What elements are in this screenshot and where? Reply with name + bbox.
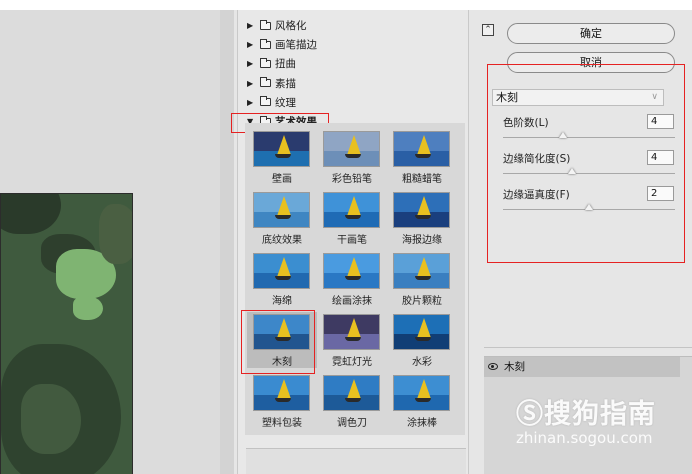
param-value-input[interactable]: 2 xyxy=(647,186,674,201)
filter-thumbnail-pencil[interactable]: 彩色铅笔 xyxy=(317,129,387,185)
filter-preview-image xyxy=(253,253,310,289)
collapse-icon[interactable]: ⌃ xyxy=(482,24,494,36)
category-label: 风格化 xyxy=(275,20,307,32)
filter-thumbnail-sponge[interactable]: 海绵 xyxy=(247,251,317,307)
filter-thumbnail-knife[interactable]: 调色刀 xyxy=(317,373,387,429)
filter-preview-image xyxy=(393,375,450,411)
filter-label: 粗糙蜡笔 xyxy=(402,174,442,185)
filter-label: 塑料包装 xyxy=(262,418,302,429)
filter-label: 霓虹灯光 xyxy=(332,357,372,368)
filter-label: 干画笔 xyxy=(337,235,367,246)
category-3[interactable]: ▶ 素描 xyxy=(247,75,296,92)
folder-icon xyxy=(260,19,271,30)
filter-preview-image xyxy=(253,131,310,167)
param-value-input[interactable]: 4 xyxy=(647,150,674,165)
filter-preview-image xyxy=(253,375,310,411)
filter-label: 壁画 xyxy=(272,174,292,185)
category-label: 画笔描边 xyxy=(275,39,317,52)
filter-preview-image xyxy=(393,131,450,167)
param-slider-track[interactable] xyxy=(503,173,675,174)
triangle-right-icon: ▶ xyxy=(247,21,254,30)
param-slider-thumb[interactable] xyxy=(559,132,568,138)
param-label: 边缘简化度(S) xyxy=(503,153,571,165)
gallery-footer xyxy=(246,448,466,474)
filter-label: 海报边缘 xyxy=(402,235,442,246)
filter-thumbnail-crayon[interactable]: 粗糙蜡笔 xyxy=(387,129,457,185)
param-value-input[interactable]: 4 xyxy=(647,114,674,129)
filter-label: 海绵 xyxy=(272,296,292,307)
filter-thumbnail-poster[interactable]: 海报边缘 xyxy=(387,190,457,246)
preview-image xyxy=(0,193,133,474)
filter-thumbnail-neon[interactable]: 霓虹灯光 xyxy=(317,312,387,368)
folder-icon xyxy=(260,38,271,49)
filter-preview-image xyxy=(323,131,380,167)
category-1[interactable]: ▶ 画笔描边 xyxy=(247,36,317,53)
filter-preview-image xyxy=(393,253,450,289)
param-slider-track[interactable] xyxy=(503,137,675,138)
filter-thumbnail-mural[interactable]: 壁画 xyxy=(247,129,317,185)
folder-icon xyxy=(260,77,271,88)
category-4[interactable]: ▶ 纹理 xyxy=(247,94,296,111)
highlight-box-selected-filter xyxy=(241,310,315,374)
chevron-down-icon: ∨ xyxy=(651,92,658,102)
filter-preview-image xyxy=(393,314,450,350)
triangle-right-icon: ▶ xyxy=(247,59,254,69)
watermark-logo: Ⓢ搜狗指南 xyxy=(516,399,656,430)
filter-label: 水彩 xyxy=(412,357,432,368)
filter-preview-image xyxy=(323,314,380,350)
filter-select-value: 木刻 xyxy=(496,91,518,104)
folder-icon xyxy=(260,57,271,68)
filter-thumbnail-underpaint[interactable]: 底纹效果 xyxy=(247,190,317,246)
preview-canvas[interactable] xyxy=(0,10,232,474)
filter-thumbnail-grid: 壁画 彩色铅笔 粗糙蜡笔 底纹效果 干画笔 海报边缘 海绵 绘画涂抹 胶片颗粒 木刻 霓虹灯光 水彩塑… xyxy=(245,123,465,435)
filter-thumbnail-smudge[interactable]: 绘画涂抹 xyxy=(317,251,387,307)
filter-thumbnail-drybrush[interactable]: 干画笔 xyxy=(317,190,387,246)
folder-icon xyxy=(260,96,271,107)
category-0[interactable]: ▶ 风格化 xyxy=(247,17,307,34)
effect-layer-name: 木刻 xyxy=(504,361,525,373)
filter-preview-image xyxy=(323,253,380,289)
filter-thumbnail-watercolor[interactable]: 水彩 xyxy=(387,312,457,368)
filter-thumbnail-grain[interactable]: 胶片颗粒 xyxy=(387,251,457,307)
category-label: 素描 xyxy=(275,77,296,90)
panel-divider xyxy=(484,347,692,348)
filter-label: 调色刀 xyxy=(337,418,367,429)
filter-label: 绘画涂抹 xyxy=(332,296,372,307)
triangle-right-icon: ▶ xyxy=(247,40,254,50)
param-label: 色阶数(L) xyxy=(503,117,549,129)
category-label: 扭曲 xyxy=(275,58,296,71)
ok-button[interactable]: 确定 xyxy=(507,23,675,44)
filter-preview-image xyxy=(253,192,310,228)
category-label: 纹理 xyxy=(275,96,296,109)
triangle-right-icon: ▶ xyxy=(247,97,254,107)
preview-scroll-strip xyxy=(220,10,234,474)
filter-preview-image xyxy=(323,375,380,411)
filter-label: 涂抹棒 xyxy=(407,418,437,429)
filter-thumbnail-plastic[interactable]: 塑料包装 xyxy=(247,373,317,429)
param-slider-thumb[interactable] xyxy=(585,204,593,210)
filter-label: 胶片颗粒 xyxy=(402,296,442,307)
watermark-url: zhinan.sogou.com xyxy=(516,429,653,447)
filter-label: 底纹效果 xyxy=(262,235,302,246)
triangle-right-icon: ▶ xyxy=(247,78,254,88)
param-slider-thumb[interactable] xyxy=(567,168,576,174)
filter-thumbnail-stick[interactable]: 涂抹棒 xyxy=(387,373,457,429)
filter-preview-image xyxy=(323,192,380,228)
eye-icon[interactable] xyxy=(488,363,498,370)
category-2[interactable]: ▶ 扭曲 xyxy=(247,55,296,72)
filter-preview-image xyxy=(393,192,450,228)
effect-layer-row[interactable]: 木刻 xyxy=(484,357,680,377)
filter-label: 彩色铅笔 xyxy=(332,174,372,185)
filter-select[interactable]: 木刻 ∨ xyxy=(492,89,664,106)
param-label: 边缘逼真度(F) xyxy=(503,189,570,201)
